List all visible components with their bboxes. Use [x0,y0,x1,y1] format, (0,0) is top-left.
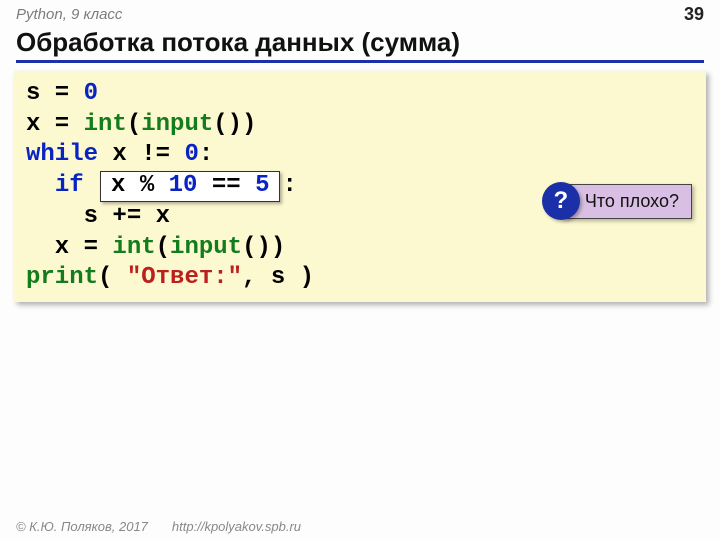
code-token: : [199,141,213,168]
code-token: 0 [84,80,98,107]
slide-header: Python, 9 класс 39 [0,0,720,25]
question-icon: ? [542,182,580,220]
code-token [26,172,55,199]
highlight-box: x % 10 == 5 [100,171,280,202]
slide-footer: © К.Ю. Поляков, 2017 http://kpolyakov.sp… [16,519,301,534]
code-token: x != [98,141,184,168]
code-token: x = [26,111,84,138]
code-token: ( [127,111,141,138]
code-token: = [40,80,83,107]
slide-title: Обработка потока данных (сумма) [16,27,704,63]
code-token: x = [26,234,112,261]
callout-text: Что плохо? [562,184,692,219]
footer-url: http://kpolyakov.spb.ru [172,519,301,534]
code-token: s += x [26,203,170,230]
code-token: "Ответ:" [127,264,242,291]
course-label: Python, 9 класс [16,6,122,23]
code-token: int [112,234,155,261]
code-token: : [282,172,296,199]
code-token: ( [156,234,170,261]
code-token: 5 [255,172,269,199]
code-token: while [26,141,98,168]
code-token: s [26,80,40,107]
code-token: x % [111,172,169,199]
page-number: 39 [684,4,704,25]
code-token: ()) [213,111,256,138]
code-token: == [197,172,255,199]
code-token: print [26,264,98,291]
code-token: input [141,111,213,138]
code-token: , s ) [242,264,314,291]
question-callout: ? Что плохо? [542,182,692,220]
copyright-label: © К.Ю. Поляков, 2017 [16,519,148,534]
code-token: ( [98,264,127,291]
code-token: ()) [242,234,285,261]
code-token [84,172,98,199]
code-token: 0 [184,141,198,168]
code-token: if [55,172,84,199]
code-token: 10 [169,172,198,199]
code-token: int [84,111,127,138]
code-token: input [170,234,242,261]
